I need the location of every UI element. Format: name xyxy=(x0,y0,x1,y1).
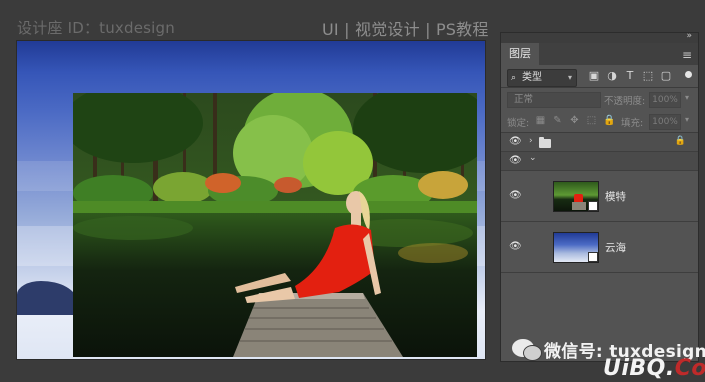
rock-silhouette xyxy=(17,281,77,315)
document-canvas[interactable] xyxy=(16,40,486,360)
chevron-right-icon[interactable]: › xyxy=(529,136,533,146)
watermark-left: 设计座 ID：tuxdesign xyxy=(17,19,175,37)
chevron-down-icon: ▾ xyxy=(567,73,572,82)
thumbnail-pier xyxy=(572,202,586,210)
layer-name[interactable]: 云海 xyxy=(605,240,626,255)
collapse-panel-icon[interactable]: » xyxy=(686,31,692,41)
eye-icon[interactable]: 👁 xyxy=(509,191,522,201)
model-photo[interactable] xyxy=(73,93,477,357)
lock-icon: 🔒 xyxy=(674,136,686,146)
filter-toggle[interactable] xyxy=(685,71,692,78)
blend-mode-select[interactable]: 正常 xyxy=(507,92,601,108)
smart-object-badge-icon xyxy=(588,201,598,211)
fill-field[interactable]: 100% xyxy=(649,114,681,130)
layer-thumbnail xyxy=(553,232,599,263)
layer-model[interactable]: 👁 模特 xyxy=(501,171,698,222)
lock-row: 锁定: ▦ ✎ ✥ ⬚ 🔒 填充: 100% ▾ xyxy=(501,110,698,132)
eye-icon[interactable]: 👁 xyxy=(509,137,522,147)
opacity-field[interactable]: 100% xyxy=(649,92,681,108)
site-watermark: UiBQ.CoM xyxy=(603,356,705,381)
watermark-right: UI | 视觉设计 | PS教程 xyxy=(322,20,489,39)
blend-mode-value: 正常 xyxy=(514,94,534,105)
filter-kind-label: 类型 xyxy=(522,72,542,83)
filter-kind-select[interactable]: ⌕ 类型 ▾ xyxy=(507,69,577,87)
chevron-down-icon[interactable]: ▾ xyxy=(685,115,689,124)
adjustment-filter-icon[interactable]: ◑ xyxy=(605,70,619,82)
layer-name[interactable]: 模特 xyxy=(605,189,626,204)
site-suffix: CoM xyxy=(674,356,705,381)
folder-icon xyxy=(539,137,551,148)
panel-titlebar[interactable]: » xyxy=(501,31,698,43)
opacity-label: 不透明度: xyxy=(604,96,646,107)
wechat-icon xyxy=(523,345,542,361)
type-filter-icon[interactable]: T xyxy=(623,70,637,82)
layer-thumbnail xyxy=(553,181,599,212)
image-filter-icon[interactable]: ▣ xyxy=(587,70,601,82)
lock-artboard-icon[interactable]: ⬚ xyxy=(586,115,597,126)
search-icon: ⌕ xyxy=(511,73,517,83)
blend-row: 正常 不透明度: 100% ▾ xyxy=(501,88,698,110)
layer-filter-row: ⌕ 类型 ▾ ▣ ◑ T ⬚ ▢ xyxy=(501,65,698,87)
smart-object-badge-icon xyxy=(588,252,598,262)
lock-label: 锁定: xyxy=(507,118,530,129)
forest-pier-scene xyxy=(73,93,477,357)
layer-group-expanded[interactable]: 👁 ⌄ xyxy=(501,152,698,171)
smart-object-filter-icon[interactable]: ▢ xyxy=(659,70,673,82)
layers-panel: » 图层 ≡ ⌕ 类型 ▾ ▣ ◑ T ⬚ ▢ 正常 不透明度: 100% ▾ … xyxy=(500,31,699,362)
chevron-down-icon[interactable]: ▾ xyxy=(685,93,689,102)
fill-label: 填充: xyxy=(621,118,644,129)
site-name: UiBQ. xyxy=(603,356,675,381)
eye-icon[interactable]: 👁 xyxy=(509,156,522,166)
layer-sea-of-clouds[interactable]: 👁 云海 xyxy=(501,222,698,273)
panel-menu-icon[interactable]: ≡ xyxy=(682,48,692,62)
chevron-down-icon[interactable]: ⌄ xyxy=(529,153,537,163)
lock-transparent-icon[interactable]: ▦ xyxy=(535,115,546,126)
tab-layers[interactable]: 图层 xyxy=(501,43,539,65)
panel-tabs: 图层 ≡ xyxy=(501,43,698,65)
lock-pixels-icon[interactable]: ✎ xyxy=(552,115,563,126)
lock-position-icon[interactable]: ✥ xyxy=(569,115,580,126)
shape-filter-icon[interactable]: ⬚ xyxy=(641,70,655,82)
layer-group-collapsed[interactable]: 👁 › 🔒 xyxy=(501,133,698,152)
eye-icon[interactable]: 👁 xyxy=(509,242,522,252)
lock-all-icon[interactable]: 🔒 xyxy=(603,115,615,126)
